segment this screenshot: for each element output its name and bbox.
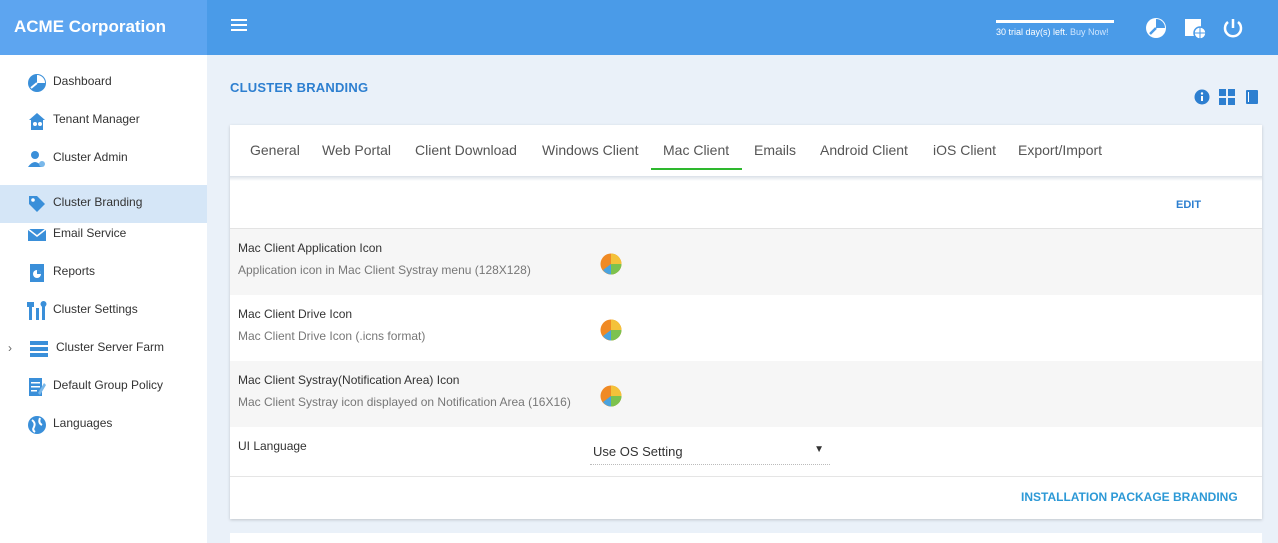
- active-tab-indicator: [651, 168, 742, 170]
- sidebar-item-cluster-admin[interactable]: Cluster Admin: [0, 140, 207, 178]
- ui-language-label: UI Language: [238, 439, 307, 453]
- tab-client-download[interactable]: Client Download: [415, 142, 517, 158]
- web-portal-icon[interactable]: [1183, 16, 1207, 40]
- globe-icon: [26, 414, 48, 436]
- trial-progress-bar: [996, 20, 1114, 23]
- sidebar-item-label: Dashboard: [53, 74, 112, 88]
- tab-mac-client[interactable]: Mac Client: [663, 142, 729, 158]
- sidebar-item-cluster-server-farm[interactable]: › Cluster Server Farm: [0, 330, 207, 368]
- sidebar-item-label: Cluster Settings: [53, 302, 138, 316]
- tenant-icon: [26, 110, 48, 132]
- branding-card: General Web Portal Client Download Windo…: [230, 125, 1262, 519]
- sidebar-item-languages[interactable]: Languages: [0, 406, 207, 444]
- top-bar: 30 trial day(s) left. Buy Now!: [207, 0, 1278, 55]
- installation-package-branding-link[interactable]: INSTALLATION PACKAGE BRANDING: [1021, 490, 1238, 504]
- sidebar-item-label: Cluster Admin: [53, 150, 128, 164]
- tab-android-client[interactable]: Android Client: [820, 142, 908, 158]
- sidebar-item-default-group-policy[interactable]: Default Group Policy: [0, 368, 207, 406]
- server-icon: [28, 338, 50, 360]
- tab-export-import[interactable]: Export/Import: [1018, 142, 1102, 158]
- edit-button[interactable]: EDIT: [1176, 199, 1201, 211]
- setting-description: Mac Client Systray icon displayed on Not…: [238, 395, 571, 409]
- info-icon[interactable]: [1194, 89, 1210, 105]
- hamburger-menu-icon[interactable]: [231, 19, 247, 33]
- setting-row-systray-icon: Mac Client Systray(Notification Area) Ic…: [230, 361, 1262, 427]
- sidebar-item-tenant-manager[interactable]: Tenant Manager: [0, 102, 207, 140]
- sidebar-item-dashboard[interactable]: Dashboard: [0, 64, 207, 102]
- sidebar-item-cluster-settings[interactable]: Cluster Settings: [0, 292, 207, 330]
- policy-icon: [26, 376, 48, 398]
- tab-emails[interactable]: Emails: [754, 142, 796, 158]
- reports-icon: [26, 262, 48, 284]
- tab-ios-client[interactable]: iOS Client: [933, 142, 996, 158]
- setting-title: Mac Client Drive Icon: [238, 307, 353, 321]
- setting-title: Mac Client Systray(Notification Area) Ic…: [238, 373, 460, 387]
- ui-language-select[interactable]: Use OS Setting ▼: [590, 439, 830, 465]
- admin-icon: [26, 148, 48, 170]
- setting-description: Mac Client Drive Icon (.icns format): [238, 329, 426, 343]
- chevron-right-icon[interactable]: ›: [8, 341, 12, 355]
- tab-general[interactable]: General: [250, 142, 300, 158]
- sidebar-item-label: Reports: [53, 264, 96, 278]
- trial-status: 30 trial day(s) left. Buy Now!: [996, 20, 1114, 37]
- tools-icon: [26, 300, 48, 322]
- dashboard-icon[interactable]: [1144, 16, 1168, 40]
- email-icon: [26, 224, 48, 246]
- setting-row-app-icon: Mac Client Application Icon Application …: [230, 229, 1262, 295]
- grid-view-icon[interactable]: [1219, 89, 1235, 105]
- tab-web-portal[interactable]: Web Portal: [322, 142, 391, 158]
- setting-description: Application icon in Mac Client Systray m…: [238, 263, 531, 277]
- dropdown-arrow-icon: ▼: [814, 444, 824, 455]
- sidebar-item-label: Cluster Branding: [53, 195, 143, 209]
- sidebar-item-label: Tenant Manager: [53, 112, 140, 126]
- power-icon[interactable]: [1221, 16, 1245, 40]
- tab-windows-client[interactable]: Windows Client: [542, 142, 638, 158]
- sidebar-item-label: Cluster Server Farm: [56, 340, 165, 354]
- sidebar-item-label: Default Group Policy: [53, 378, 164, 392]
- setting-title: Mac Client Application Icon: [238, 241, 383, 255]
- brand-title: ACME Corporation: [0, 0, 207, 55]
- sidebar-item-email-service[interactable]: Email Service: [0, 216, 207, 254]
- secondary-card: [230, 533, 1262, 543]
- sidebar-item-label: Email Service: [53, 226, 127, 240]
- buy-now-link[interactable]: Buy Now!: [1070, 27, 1109, 37]
- sidebar-item-label: Languages: [53, 416, 113, 430]
- book-icon[interactable]: [1244, 89, 1260, 105]
- ui-language-value: Use OS Setting: [593, 444, 683, 459]
- tab-bar: General Web Portal Client Download Windo…: [230, 125, 1262, 177]
- dashboard-icon: [26, 72, 48, 94]
- setting-row-drive-icon: Mac Client Drive Icon Mac Client Drive I…: [230, 295, 1262, 361]
- branding-tag-icon: [26, 193, 48, 215]
- trial-days-text: 30 trial day(s) left.: [996, 27, 1068, 37]
- page-title: CLUSTER BRANDING: [230, 80, 369, 95]
- app-logo-icon[interactable]: [600, 319, 622, 341]
- sidebar: Dashboard Tenant Manager Cluster Admin C…: [0, 55, 207, 543]
- app-logo-icon[interactable]: [600, 385, 622, 407]
- sidebar-item-reports[interactable]: Reports: [0, 254, 207, 292]
- app-logo-icon[interactable]: [600, 253, 622, 275]
- setting-row-ui-language: UI Language Use OS Setting ▼: [230, 427, 1262, 477]
